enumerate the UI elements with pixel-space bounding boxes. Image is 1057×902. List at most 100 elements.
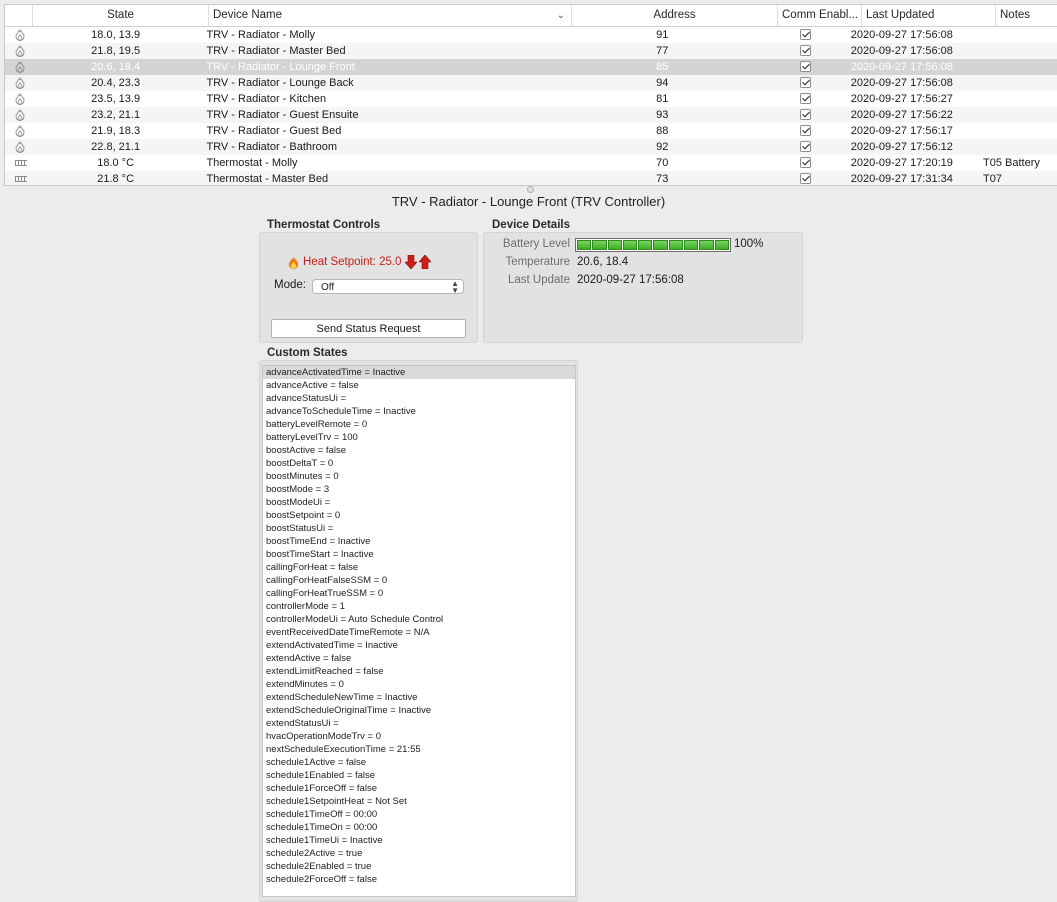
row-comm-enabled[interactable] bbox=[764, 43, 847, 59]
row-comm-enabled[interactable] bbox=[764, 91, 847, 107]
custom-state-item[interactable]: schedule2ForceOff = false bbox=[263, 873, 575, 886]
custom-state-item[interactable]: controllerMode = 1 bbox=[263, 600, 575, 613]
chevron-down-icon: ⌄ bbox=[556, 10, 565, 21]
custom-state-item[interactable]: batteryLevelTrv = 100 bbox=[263, 431, 575, 444]
custom-state-item[interactable]: boostTimeEnd = Inactive bbox=[263, 535, 575, 548]
mode-select[interactable]: Off ▲ ▼ bbox=[312, 279, 464, 295]
custom-state-item[interactable]: extendMinutes = 0 bbox=[263, 678, 575, 691]
row-notes bbox=[979, 27, 1057, 43]
table-row[interactable]: 20.4, 23.3 TRV - Radiator - Lounge Back 94… bbox=[5, 75, 1057, 91]
column-header-address[interactable]: Address bbox=[572, 5, 778, 26]
splitter-handle[interactable] bbox=[527, 186, 534, 193]
checkbox-checked-icon[interactable] bbox=[799, 77, 811, 88]
row-last-updated: 2020-09-27 17:56:08 bbox=[850, 45, 953, 57]
row-comm-enabled[interactable] bbox=[764, 75, 847, 91]
custom-state-item[interactable]: eventReceivedDateTimeRemote = N/A bbox=[263, 626, 575, 639]
custom-state-item[interactable]: boostMinutes = 0 bbox=[263, 470, 575, 483]
checkbox-checked-icon[interactable] bbox=[799, 29, 811, 40]
table-row[interactable]: 21.9, 18.3 TRV - Radiator - Guest Bed 88 20… bbox=[5, 123, 1057, 139]
row-comm-enabled[interactable] bbox=[764, 123, 847, 139]
table-row[interactable]: 20.6, 18.4 TRV - Radiator - Lounge Front 8… bbox=[5, 59, 1057, 75]
custom-state-item[interactable]: schedule1TimeOn = 00:00 bbox=[263, 821, 575, 834]
column-header-device-name[interactable]: Device Name ⌄ bbox=[209, 5, 572, 26]
custom-state-item[interactable]: schedule1Enabled = false bbox=[263, 769, 575, 782]
custom-state-item[interactable]: schedule1ForceOff = false bbox=[263, 782, 575, 795]
row-comm-enabled[interactable] bbox=[764, 155, 847, 171]
custom-state-item[interactable]: boostStatusUi = bbox=[263, 522, 575, 535]
send-status-request-button[interactable]: Send Status Request bbox=[271, 319, 466, 338]
row-notes bbox=[979, 59, 1057, 75]
custom-state-item[interactable]: schedule2Enabled = true bbox=[263, 860, 575, 873]
flame-icon bbox=[15, 139, 29, 155]
custom-state-item[interactable]: schedule1SetpointHeat = Not Set bbox=[263, 795, 575, 808]
checkbox-checked-icon[interactable] bbox=[799, 157, 811, 168]
row-device-name: TRV - Radiator - Bathroom bbox=[206, 141, 338, 153]
custom-state-item[interactable]: boostSetpoint = 0 bbox=[263, 509, 575, 522]
checkbox-checked-icon[interactable] bbox=[799, 45, 811, 56]
custom-state-item[interactable]: boostMode = 3 bbox=[263, 483, 575, 496]
column-header-last-updated[interactable]: Last Updated bbox=[862, 5, 996, 26]
custom-state-item[interactable]: schedule1Active = false bbox=[263, 756, 575, 769]
custom-state-item[interactable]: schedule1TimeUi = Inactive bbox=[263, 834, 575, 847]
checkbox-checked-icon[interactable] bbox=[799, 61, 811, 72]
icon-column-header[interactable] bbox=[5, 5, 33, 26]
table-row[interactable]: 23.2, 21.1 TRV - Radiator - Guest Ensuite… bbox=[5, 107, 1057, 123]
custom-state-item[interactable]: callingForHeat = false bbox=[263, 561, 575, 574]
column-header-state[interactable]: State bbox=[33, 5, 209, 26]
row-comm-enabled[interactable] bbox=[764, 139, 847, 155]
row-comm-enabled[interactable] bbox=[764, 107, 847, 123]
custom-state-item[interactable]: boostDeltaT = 0 bbox=[263, 457, 575, 470]
table-row[interactable]: 21.8, 19.5 TRV - Radiator - Master Bed 77 2… bbox=[5, 43, 1057, 59]
heat-setpoint-text: Heat Setpoint: 25.0 bbox=[303, 256, 402, 268]
table-row[interactable]: 18.0 °C Thermostat - Molly 70 2020-09-27 17… bbox=[5, 155, 1057, 171]
row-device-name: Thermostat - Molly bbox=[206, 157, 298, 169]
device-details-label: Device Details bbox=[492, 219, 570, 231]
decrease-setpoint-icon[interactable] bbox=[405, 255, 418, 269]
checkbox-checked-icon[interactable] bbox=[799, 93, 811, 104]
table-row[interactable]: 22.8, 21.1 TRV - Radiator - Bathroom 92 202… bbox=[5, 139, 1057, 155]
custom-state-item[interactable]: boostActive = false bbox=[263, 444, 575, 457]
custom-state-item[interactable]: boostModeUi = bbox=[263, 496, 575, 509]
custom-state-item[interactable]: schedule1TimeOff = 00:00 bbox=[263, 808, 575, 821]
table-row[interactable]: 18.0, 13.9 TRV - Radiator - Molly 91 2020-0… bbox=[5, 27, 1057, 43]
checkbox-checked-icon[interactable] bbox=[799, 109, 811, 120]
custom-state-item[interactable]: advanceToScheduleTime = Inactive bbox=[263, 405, 575, 418]
increase-setpoint-icon[interactable] bbox=[419, 255, 432, 269]
custom-state-item[interactable]: extendLimitReached = false bbox=[263, 665, 575, 678]
custom-state-item[interactable]: extendScheduleOriginalTime = Inactive bbox=[263, 704, 575, 717]
custom-state-item[interactable]: nextScheduleExecutionTime = 21:55 bbox=[263, 743, 575, 756]
custom-state-item[interactable]: extendStatusUi = bbox=[263, 717, 575, 730]
table-body: 18.0, 13.9 TRV - Radiator - Molly 91 2020-0… bbox=[5, 27, 1057, 185]
table-row[interactable]: 21.8 °C Thermostat - Master Bed 73 2020-09-… bbox=[5, 171, 1057, 185]
custom-state-item[interactable]: callingForHeatTrueSSM = 0 bbox=[263, 587, 575, 600]
custom-state-item[interactable]: advanceActive = false bbox=[263, 379, 575, 392]
row-comm-enabled[interactable] bbox=[764, 27, 847, 43]
custom-state-item[interactable]: advanceActivatedTime = Inactive bbox=[263, 366, 575, 379]
custom-states-list[interactable]: advanceActivatedTime = Inactive advanceAc… bbox=[262, 365, 576, 897]
custom-state-item[interactable]: batteryLevelRemote = 0 bbox=[263, 418, 575, 431]
custom-state-item[interactable]: boostTimeStart = Inactive bbox=[263, 548, 575, 561]
column-header-notes[interactable]: Notes bbox=[996, 5, 1057, 26]
row-state: 20.6, 18.4 bbox=[91, 61, 141, 73]
row-state: 23.5, 13.9 bbox=[91, 93, 141, 105]
custom-state-item[interactable]: extendActivatedTime = Inactive bbox=[263, 639, 575, 652]
custom-state-item[interactable]: extendActive = false bbox=[263, 652, 575, 665]
custom-state-item[interactable]: callingForHeatFalseSSM = 0 bbox=[263, 574, 575, 587]
column-header-comm-enabled[interactable]: Comm Enabl... bbox=[778, 5, 862, 26]
row-state: 23.2, 21.1 bbox=[91, 109, 141, 121]
row-last-updated: 2020-09-27 17:56:08 bbox=[850, 61, 953, 73]
row-comm-enabled[interactable] bbox=[764, 171, 847, 185]
row-comm-enabled[interactable] bbox=[764, 59, 847, 75]
checkbox-checked-icon[interactable] bbox=[799, 173, 811, 184]
custom-state-item[interactable]: extendScheduleNewTime = Inactive bbox=[263, 691, 575, 704]
row-address: 92 bbox=[656, 141, 669, 153]
custom-state-item[interactable]: advanceStatusUi = bbox=[263, 392, 575, 405]
flame-icon bbox=[15, 75, 29, 91]
custom-state-item[interactable]: schedule2Active = true bbox=[263, 847, 575, 860]
table-row[interactable]: 23.5, 13.9 TRV - Radiator - Kitchen 81 2020… bbox=[5, 91, 1057, 107]
checkbox-checked-icon[interactable] bbox=[799, 141, 811, 152]
checkbox-checked-icon[interactable] bbox=[799, 125, 811, 136]
column-header-device-name-label: Device Name bbox=[213, 9, 283, 21]
custom-state-item[interactable]: controllerModeUi = Auto Schedule Control bbox=[263, 613, 575, 626]
custom-state-item[interactable]: hvacOperationModeTrv = 0 bbox=[263, 730, 575, 743]
